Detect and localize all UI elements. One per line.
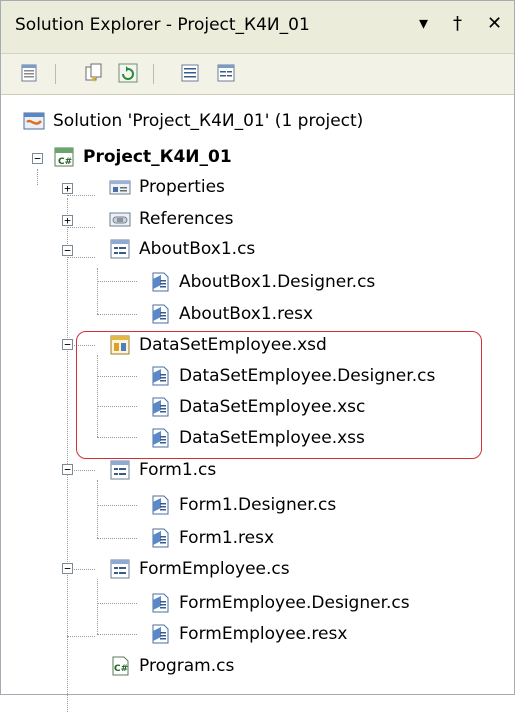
window-title: Solution Explorer - Project_К4И_01 <box>15 15 310 35</box>
form1-label: Form1.cs <box>139 460 217 480</box>
tree-line <box>97 603 137 604</box>
toolbar <box>1 54 514 95</box>
tree-line <box>37 169 38 185</box>
form-file-icon <box>109 459 131 481</box>
csharp-project-icon: C# <box>53 146 75 168</box>
tree-line <box>97 281 137 282</box>
form-file-icon <box>109 558 131 580</box>
tree-line <box>67 257 95 258</box>
form1-collapse-toggle[interactable]: − <box>62 464 73 475</box>
references-label: References <box>139 209 234 229</box>
references-folder-icon <box>109 208 131 230</box>
tree-node-project[interactable]: C# Project_К4И_01 <box>53 141 232 173</box>
window-position-dropdown-icon[interactable]: ▾ <box>419 13 428 34</box>
formemployee-designer-label: FormEmployee.Designer.cs <box>179 593 410 613</box>
tree-node-solution[interactable]: Solution 'Project_К4И_01' (1 project) <box>23 105 363 137</box>
tree-node-aboutbox-designer[interactable]: AboutBox1.Designer.cs <box>149 266 375 298</box>
csharp-file-icon: C# <box>109 655 131 677</box>
tree-node-references[interactable]: References <box>109 203 233 235</box>
properties-label: Properties <box>139 177 225 197</box>
resource-file-icon <box>149 303 171 325</box>
view-designer-button[interactable] <box>215 62 237 84</box>
refresh-icon <box>118 63 138 83</box>
solution-tree: Solution 'Project_К4И_01' (1 project) − … <box>1 95 514 712</box>
form1-resx-label: Form1.resx <box>179 528 275 548</box>
tree-line <box>97 314 137 315</box>
formemployee-label: FormEmployee.cs <box>139 559 290 579</box>
tree-node-aboutbox-resx[interactable]: AboutBox1.resx <box>149 298 313 330</box>
tree-node-formemployee-resx[interactable]: FormEmployee.resx <box>149 618 347 650</box>
title-bar: Solution Explorer - Project_К4И_01 ▾ † ✕ <box>1 1 514 54</box>
tree-line <box>67 227 95 228</box>
tree-line <box>97 538 137 539</box>
tree-node-aboutbox[interactable]: AboutBox1.cs <box>109 233 255 265</box>
tree-node-form1-resx[interactable]: Form1.resx <box>149 522 274 554</box>
solution-label: Solution 'Project_К4И_01' (1 project) <box>53 111 364 131</box>
svg-text:C#: C# <box>114 664 128 674</box>
code-file-icon <box>149 494 171 516</box>
toolbar-separator <box>55 64 56 84</box>
view-code-icon <box>181 64 199 82</box>
tree-line <box>67 195 95 196</box>
tree-line <box>97 480 98 538</box>
properties-expand-toggle[interactable]: + <box>62 183 73 194</box>
tree-node-form1-designer[interactable]: Form1.Designer.cs <box>149 489 336 521</box>
tree-line <box>67 198 68 712</box>
aboutbox-collapse-toggle[interactable]: − <box>62 245 73 256</box>
formemployee-resx-label: FormEmployee.resx <box>179 624 348 644</box>
view-code-button[interactable] <box>179 62 201 84</box>
tree-node-formemployee[interactable]: FormEmployee.cs <box>109 553 290 585</box>
aboutbox-label: AboutBox1.cs <box>139 239 256 259</box>
show-all-files-icon <box>85 63 102 82</box>
dataset-collapse-toggle[interactable]: − <box>62 339 73 350</box>
program-label: Program.cs <box>139 656 235 676</box>
code-file-icon <box>149 271 171 293</box>
tree-node-properties[interactable]: Properties <box>109 171 225 203</box>
project-label: Project_К4И_01 <box>83 147 232 167</box>
resource-file-icon <box>149 623 171 645</box>
properties-icon <box>21 64 37 82</box>
form1-designer-label: Form1.Designer.cs <box>179 495 337 515</box>
show-all-files-button[interactable] <box>83 62 105 84</box>
properties-folder-icon <box>109 176 131 198</box>
project-collapse-toggle[interactable]: − <box>32 153 43 164</box>
svg-text:C#: C# <box>58 157 72 167</box>
tree-line <box>67 636 95 637</box>
auto-hide-pin-icon[interactable]: † <box>453 13 462 34</box>
resource-file-icon <box>149 527 171 549</box>
tree-line <box>97 505 137 506</box>
code-file-icon <box>149 592 171 614</box>
tree-line <box>97 268 98 314</box>
solution-explorer-window: Solution Explorer - Project_К4И_01 ▾ † ✕ <box>0 0 515 712</box>
view-designer-icon <box>217 64 235 82</box>
tree-line <box>97 634 137 635</box>
dataset-highlight-annotation <box>76 331 482 459</box>
tree-node-formemployee-designer[interactable]: FormEmployee.Designer.cs <box>149 587 410 619</box>
close-icon[interactable]: ✕ <box>487 13 502 34</box>
aboutbox-designer-label: AboutBox1.Designer.cs <box>179 272 376 292</box>
tree-line <box>97 579 98 634</box>
tree-node-program[interactable]: C# Program.cs <box>109 650 234 682</box>
properties-button[interactable] <box>19 62 41 84</box>
toolbar-separator <box>153 64 154 84</box>
refresh-button[interactable] <box>117 62 139 84</box>
aboutbox-resx-label: AboutBox1.resx <box>179 304 314 324</box>
references-expand-toggle[interactable]: + <box>62 215 73 226</box>
formemployee-collapse-toggle[interactable]: − <box>62 563 73 574</box>
solution-icon <box>23 110 45 132</box>
form-file-icon <box>109 238 131 260</box>
